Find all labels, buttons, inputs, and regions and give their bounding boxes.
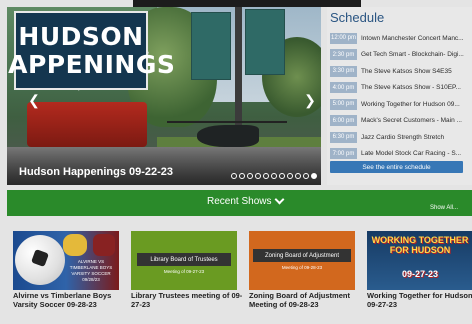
schedule-show-title[interactable]: Get Tech Smart - Blockchain- Digi... — [361, 51, 469, 58]
schedule-show-title[interactable]: Intown Manchester Concert Manc... — [361, 35, 469, 42]
slide-dot[interactable] — [279, 173, 285, 179]
schedule-row[interactable]: 3:30 pm The Steve Katsos Show S4E35 — [330, 65, 472, 77]
schedule-time: 12:00 pm — [330, 32, 357, 44]
recent-shows-title: Recent Shows — [207, 196, 272, 207]
see-entire-schedule-button[interactable]: See the entire schedule — [330, 161, 463, 173]
chevron-down-icon — [275, 194, 285, 205]
thumb-line1: WORKING TOGETHER — [371, 235, 469, 245]
slide-dot[interactable] — [271, 173, 277, 179]
show-card[interactable]: ALVIRNE VS TIMBERLANE BOYS VARSITY SOCCE… — [13, 231, 119, 309]
slide-dot[interactable] — [255, 173, 261, 179]
schedule-title: Schedule — [330, 10, 385, 25]
logo-line2: HAPPENINGS — [7, 49, 176, 79]
schedule-time: 6:00 pm — [330, 115, 357, 126]
page: HUDSON HAPPENINGS ❮ ❯ Hudson Happenings … — [0, 0, 472, 324]
hero-slideshow[interactable]: HUDSON HAPPENINGS ❮ ❯ Hudson Happenings … — [7, 7, 321, 185]
hero-rotor — [167, 121, 287, 123]
schedule-row[interactable]: 2:30 pm Get Tech Smart - Blockchain- Digi… — [330, 49, 472, 61]
schedule-show-title[interactable]: Mack's Secret Customers - Main ... — [361, 117, 469, 124]
schedule-show-title[interactable]: Working Together for Hudson 09... — [361, 101, 469, 108]
schedule-show-title[interactable]: The Steve Katsos Show - S10EP... — [361, 84, 469, 91]
schedule-row[interactable]: 7:00 pm Late Model Stock Car Racing - S..… — [330, 148, 472, 160]
owl-logo-icon — [93, 234, 115, 256]
slide-dot[interactable] — [287, 173, 293, 179]
schedule-row[interactable]: 5:00 pm Working Together for Hudson 09... — [330, 98, 472, 110]
thumb-subtitle: Meeting of 09-28-23 — [281, 265, 323, 270]
show-all-link[interactable]: Show All... — [430, 205, 458, 211]
hero-helicopter — [197, 125, 259, 147]
show-card[interactable]: WORKING TOGETHER FOR HUDSON 09-27-23 Wor… — [367, 231, 472, 309]
schedule-show-title[interactable]: The Steve Katsos Show S4E35 — [361, 68, 469, 75]
show-title[interactable]: Alvirne vs Timberlane Boys Varsity Socce… — [13, 291, 125, 309]
hero-firetruck — [27, 102, 147, 147]
schedule-time: 6:30 pm — [330, 131, 357, 143]
schedule-time: 4:00 pm — [330, 82, 357, 93]
thumb-line2: FOR HUDSON — [389, 245, 451, 255]
bronco-logo-icon — [63, 234, 87, 256]
slide-dot[interactable] — [231, 173, 237, 179]
thumb-text: ALVIRNE VS TIMBERLANE BOYS VARSITY SOCCE… — [69, 259, 113, 282]
schedule-row[interactable]: 4:00 pm The Steve Katsos Show - S10EP... — [330, 82, 472, 94]
recent-shows-toggle[interactable]: Recent Shows — [207, 194, 285, 207]
hero-banner — [191, 12, 231, 80]
recent-shows-bar: Recent Shows Show All... — [7, 190, 472, 216]
logo-line1: HUDSON — [18, 21, 144, 51]
top-bar — [133, 0, 361, 7]
schedule-time: 5:00 pm — [330, 98, 357, 110]
show-title[interactable]: Library Trustees meeting of 09-27-23 — [131, 291, 243, 309]
slide-dot[interactable] — [295, 173, 301, 179]
slide-dot[interactable] — [239, 173, 245, 179]
slide-dot[interactable] — [311, 173, 317, 179]
thumb-subtitle: Meeting of 09-27-23 — [163, 269, 205, 274]
show-thumbnail[interactable]: Library Board of Trustees Meeting of 09-… — [131, 231, 237, 290]
slide-indicators — [231, 173, 317, 179]
thumb-title: Zoning Board of Adjustment — [253, 249, 351, 262]
schedule-time: 7:00 pm — [330, 148, 357, 159]
hero-banner — [245, 9, 285, 75]
slide-dot[interactable] — [303, 173, 309, 179]
soccer-ball-icon — [15, 235, 65, 285]
show-thumbnail[interactable]: Zoning Board of Adjustment Meeting of 09… — [249, 231, 355, 290]
hero-caption[interactable]: Hudson Happenings 09-22-23 — [19, 166, 173, 178]
hero-pole — [235, 7, 242, 137]
schedule-show-title[interactable]: Jazz Cardio Strength Stretch — [361, 134, 469, 141]
show-thumbnail[interactable]: WORKING TOGETHER FOR HUDSON 09-27-23 — [367, 231, 472, 290]
hudson-happenings-logo: HUDSON HAPPENINGS — [7, 11, 175, 90]
chevron-right-icon[interactable]: ❯ — [303, 92, 317, 109]
show-title[interactable]: Zoning Board of Adjustment Meeting of 09… — [249, 291, 361, 309]
thumb-title: Library Board of Trustees — [137, 253, 231, 266]
show-thumbnail[interactable]: ALVIRNE VS TIMBERLANE BOYS VARSITY SOCCE… — [13, 231, 119, 290]
schedule-time: 2:30 pm — [330, 49, 357, 60]
thumb-date: 09-27-23 — [401, 269, 439, 279]
schedule-row[interactable]: 12:00 pm Intown Manchester Concert Manc..… — [330, 32, 472, 44]
schedule-time: 3:30 pm — [330, 65, 357, 77]
show-card[interactable]: Zoning Board of Adjustment Meeting of 09… — [249, 231, 355, 309]
thumb-title: WORKING TOGETHER FOR HUDSON — [367, 235, 472, 255]
show-card[interactable]: Library Board of Trustees Meeting of 09-… — [131, 231, 242, 309]
chevron-left-icon[interactable]: ❮ — [27, 92, 41, 109]
schedule-row[interactable]: 6:00 pm Mack's Secret Customers - Main ..… — [330, 115, 472, 127]
slide-dot[interactable] — [263, 173, 269, 179]
schedule-panel: Schedule 12:00 pm Intown Manchester Conce… — [327, 7, 472, 185]
schedule-row[interactable]: 6:30 pm Jazz Cardio Strength Stretch — [330, 131, 472, 143]
show-title[interactable]: Working Together for Hudson 09-27-23 — [367, 291, 472, 309]
schedule-show-title[interactable]: Late Model Stock Car Racing - S... — [361, 150, 469, 157]
slide-dot[interactable] — [247, 173, 253, 179]
